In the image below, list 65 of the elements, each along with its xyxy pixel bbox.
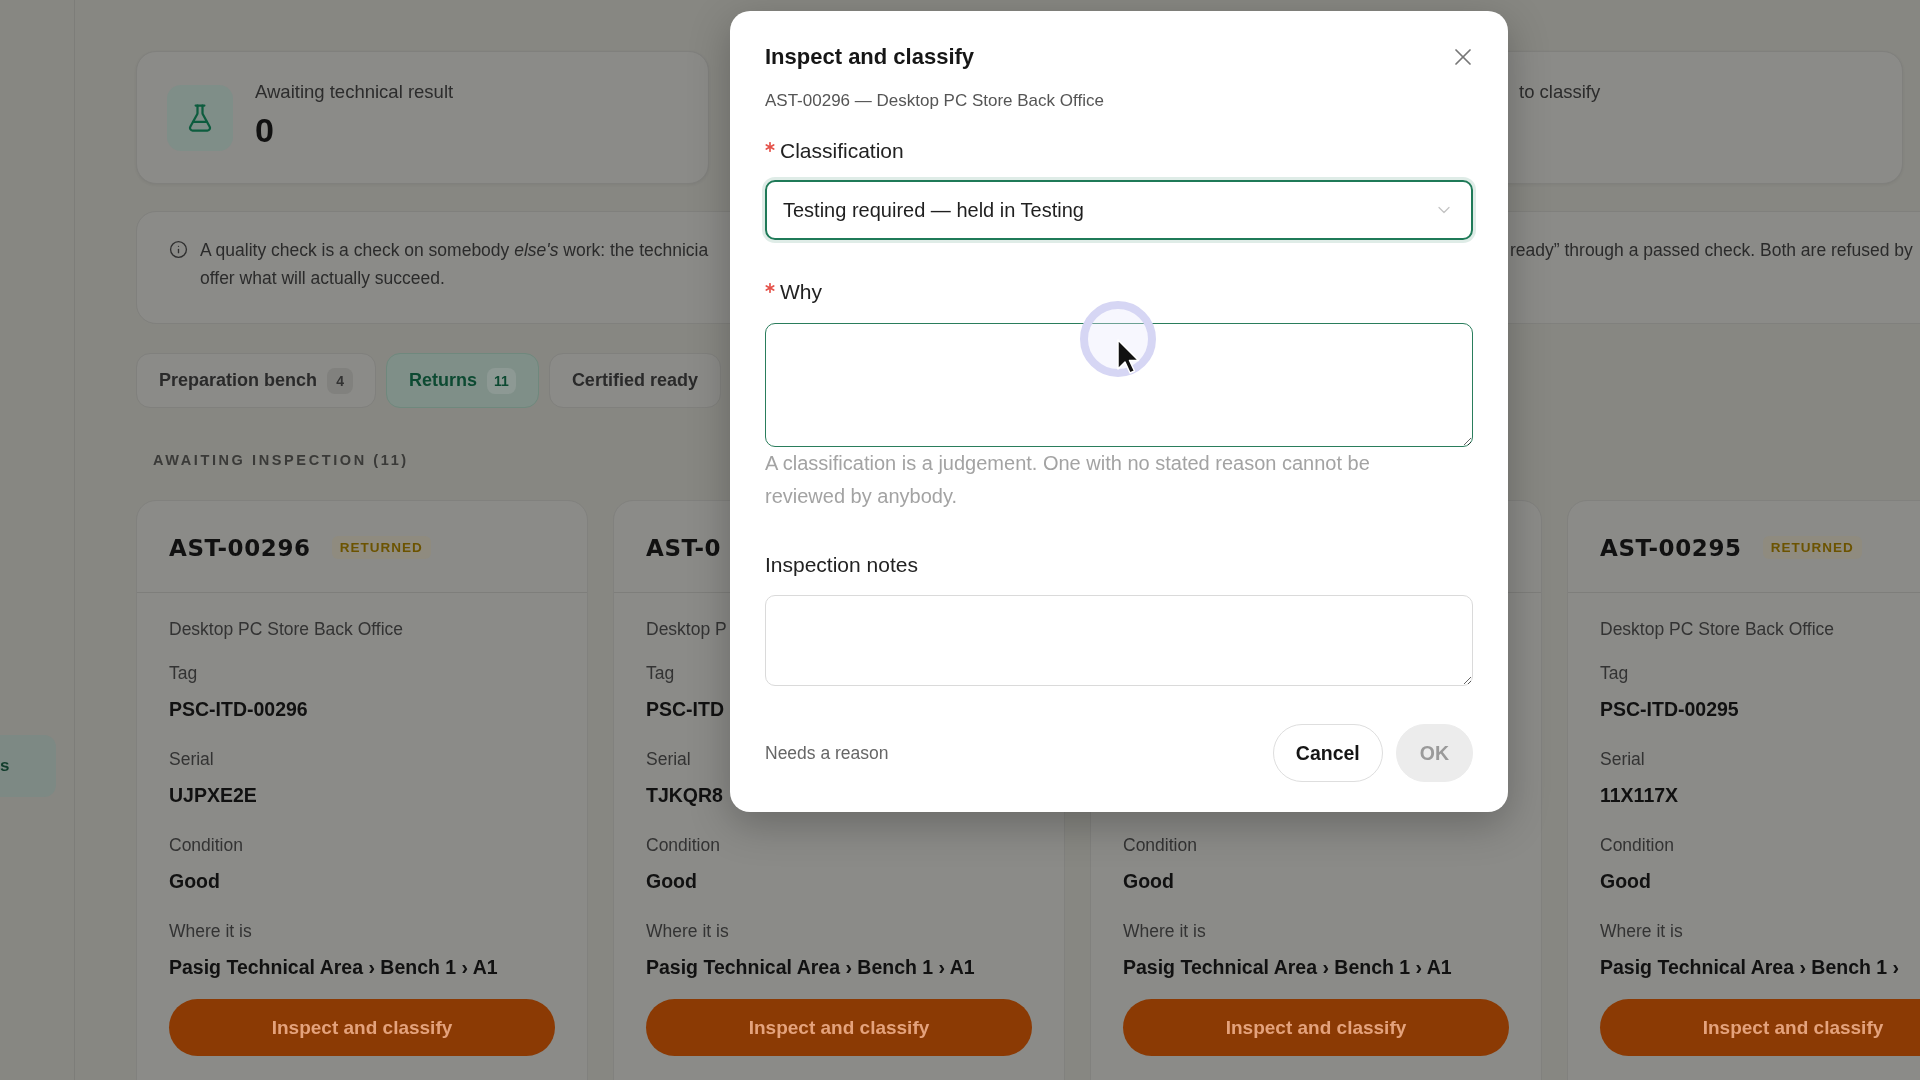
cancel-button[interactable]: Cancel xyxy=(1272,724,1383,782)
asset-description: Desktop PC Store Back Office xyxy=(1600,618,1835,641)
flask-icon xyxy=(167,84,233,151)
cursor-icon xyxy=(1078,299,1158,379)
tab-count: 4 xyxy=(327,367,354,394)
info-icon xyxy=(169,240,188,259)
inspect-button[interactable]: Inspect and classify xyxy=(646,999,1032,1056)
field-label: Where it is xyxy=(1123,920,1206,943)
tab[interactable]: Preparation bench 4 xyxy=(136,353,377,408)
field-label: Where it is xyxy=(169,920,252,943)
field-label: Where it is xyxy=(646,920,729,943)
field-label: Inspection notes xyxy=(765,552,918,578)
field-label: Tag xyxy=(169,662,198,685)
status-badge: RETURNED xyxy=(1762,536,1862,559)
field-value: Pasig Technical Area › Bench 1 › A1 xyxy=(1123,955,1452,980)
help-text: A classification is a judgement. One with no stated reason cannot be reviewed by anybody. xyxy=(765,451,1371,509)
status-hint: Needs a reason xyxy=(765,742,889,764)
field-label: Serial xyxy=(169,748,214,771)
inspect-button[interactable]: Inspect and classify xyxy=(1123,999,1509,1056)
field-label: Condition xyxy=(646,834,720,857)
textarea-field[interactable] xyxy=(765,323,1473,447)
field-label: Serial xyxy=(646,748,691,771)
dialog-subtitle: AST-00296 — Desktop PC Store Back Office xyxy=(765,90,1104,112)
section-heading: AWAITING INSPECTION (11) xyxy=(153,451,409,470)
stat-label: Awaiting technical result xyxy=(255,80,454,104)
field-value: UJPXE2E xyxy=(169,783,257,808)
field-value: Pasig Technical Area › Bench 1 › xyxy=(1600,955,1900,980)
field-label: Where it is xyxy=(1600,920,1683,943)
field-label: Condition xyxy=(1600,834,1674,857)
field-label: Serial xyxy=(1600,748,1645,771)
asset-description: Desktop PC Store Back Office xyxy=(169,618,404,641)
tab[interactable]: Certified ready xyxy=(548,353,721,408)
stat-value: 0 xyxy=(255,110,274,150)
sidebar-item[interactable]: s xyxy=(0,735,56,797)
field-value: PSC-ITD-00295 xyxy=(1600,697,1739,722)
field-value: Good xyxy=(1123,869,1174,894)
dropdown-field[interactable]: Testing required — held in Testing xyxy=(765,180,1473,240)
asset-description: Desktop P xyxy=(646,618,727,641)
field-label: Condition xyxy=(169,834,243,857)
notice-text: ready” through a passed check. Both are refused by xyxy=(1510,239,1913,262)
field-value: Good xyxy=(1600,869,1651,894)
field-label: Classification xyxy=(780,138,904,164)
field-value: TJKQR8 xyxy=(646,783,723,808)
field-value: PSC-ITD xyxy=(646,697,724,722)
notice-text: A quality check is a check on somebody else's work: the technicia offer what will actually succeed. xyxy=(200,239,710,290)
field-value: Pasig Technical Area › Bench 1 › A1 xyxy=(646,955,975,980)
tab[interactable]: Returns 11 xyxy=(386,353,539,408)
field-value: 11X117X xyxy=(1600,783,1679,808)
field-label: Tag xyxy=(646,662,675,685)
inspect-button[interactable]: Inspect and classify xyxy=(169,999,555,1056)
status-badge: RETURNED xyxy=(331,536,431,559)
inspect-button[interactable]: Inspect and classify xyxy=(1600,999,1920,1056)
field-value: Pasig Technical Area › Bench 1 › A1 xyxy=(169,955,498,980)
field-label: Condition xyxy=(1123,834,1197,857)
field-value: Good xyxy=(646,869,697,894)
tab-count: 11 xyxy=(487,367,516,394)
field-label: Tag xyxy=(1600,662,1629,685)
field-label: Why xyxy=(780,279,822,305)
stat-label: to classify xyxy=(1519,80,1601,104)
field-value: Good xyxy=(169,869,220,894)
field-value: PSC-ITD-00296 xyxy=(169,697,308,722)
asset-id: AST-00295 xyxy=(1600,534,1742,561)
dialog-title: Inspect and classify xyxy=(765,43,975,71)
asset-id: AST-00296 xyxy=(169,534,311,561)
asset-id: AST-0 xyxy=(646,534,722,561)
